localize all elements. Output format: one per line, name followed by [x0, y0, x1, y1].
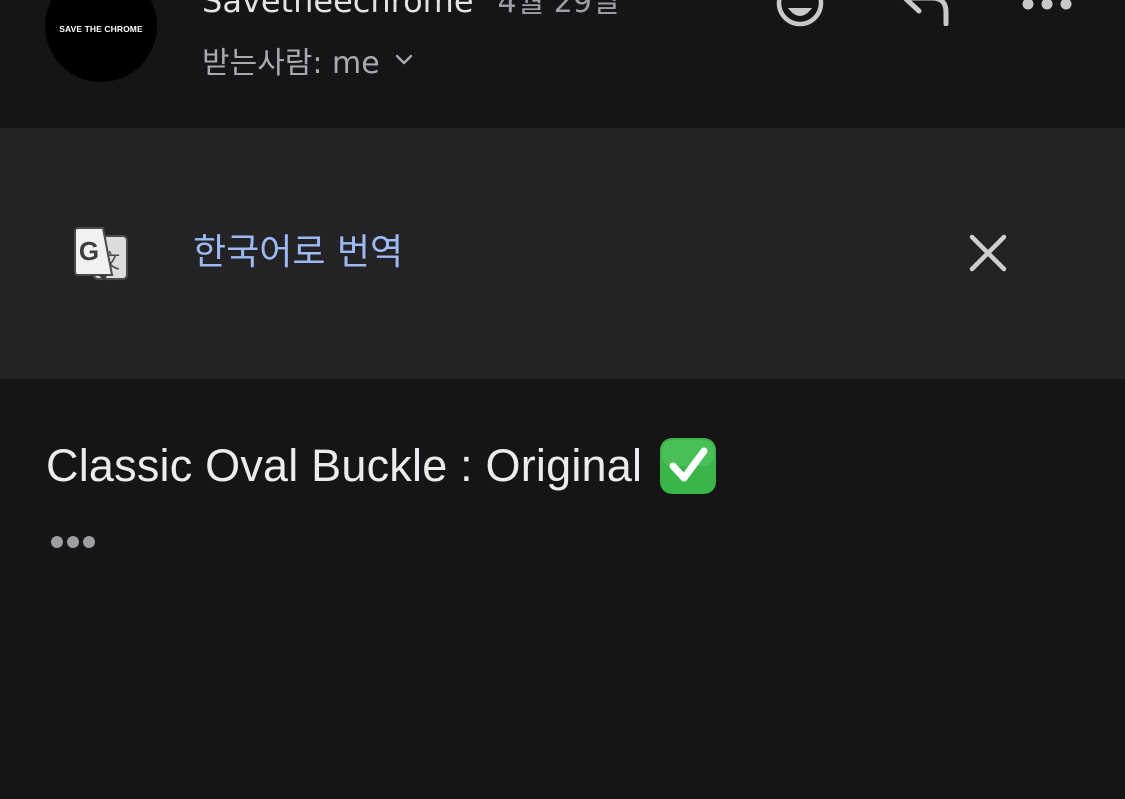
recipient-label: 받는사람: me: [202, 46, 380, 81]
body-message-text: Classic Oval Buckle : Original: [46, 440, 643, 491]
avatar-logo-text: SAVE THE CHROME: [59, 24, 143, 34]
email-view-screen: SAVE THE CHROME Savetheechrome 4월 29일 받는…: [0, 0, 1125, 799]
sender-name[interactable]: Savetheechrome: [202, 0, 474, 20]
reply-icon[interactable]: [897, 0, 953, 27]
email-date: 4월 29일: [497, 0, 620, 20]
sender-line: Savetheechrome 4월 29일: [202, 0, 620, 20]
recipient-details-toggle[interactable]: 받는사람: me: [202, 38, 414, 82]
emoji-react-icon[interactable]: [775, 0, 825, 30]
translate-to-korean-link[interactable]: 한국어로 번역: [193, 227, 403, 279]
body-message-line: Classic Oval Buckle : Original: [46, 437, 717, 495]
chevron-down-icon[interactable]: [394, 50, 414, 70]
ellipsis-icon[interactable]: [49, 532, 99, 552]
google-translate-icon: 文 G: [72, 226, 130, 282]
email-body: Classic Oval Buckle : Original: [0, 379, 1125, 799]
close-icon[interactable]: [964, 229, 1012, 277]
svg-text:G: G: [79, 236, 99, 266]
check-mark-emoji-icon: [659, 437, 717, 495]
sender-avatar[interactable]: SAVE THE CHROME: [45, 0, 157, 82]
email-header: SAVE THE CHROME Savetheechrome 4월 29일 받는…: [0, 0, 1125, 128]
translate-banner: 文 G 한국어로 번역: [0, 128, 1125, 379]
more-icon[interactable]: [1020, 0, 1074, 12]
